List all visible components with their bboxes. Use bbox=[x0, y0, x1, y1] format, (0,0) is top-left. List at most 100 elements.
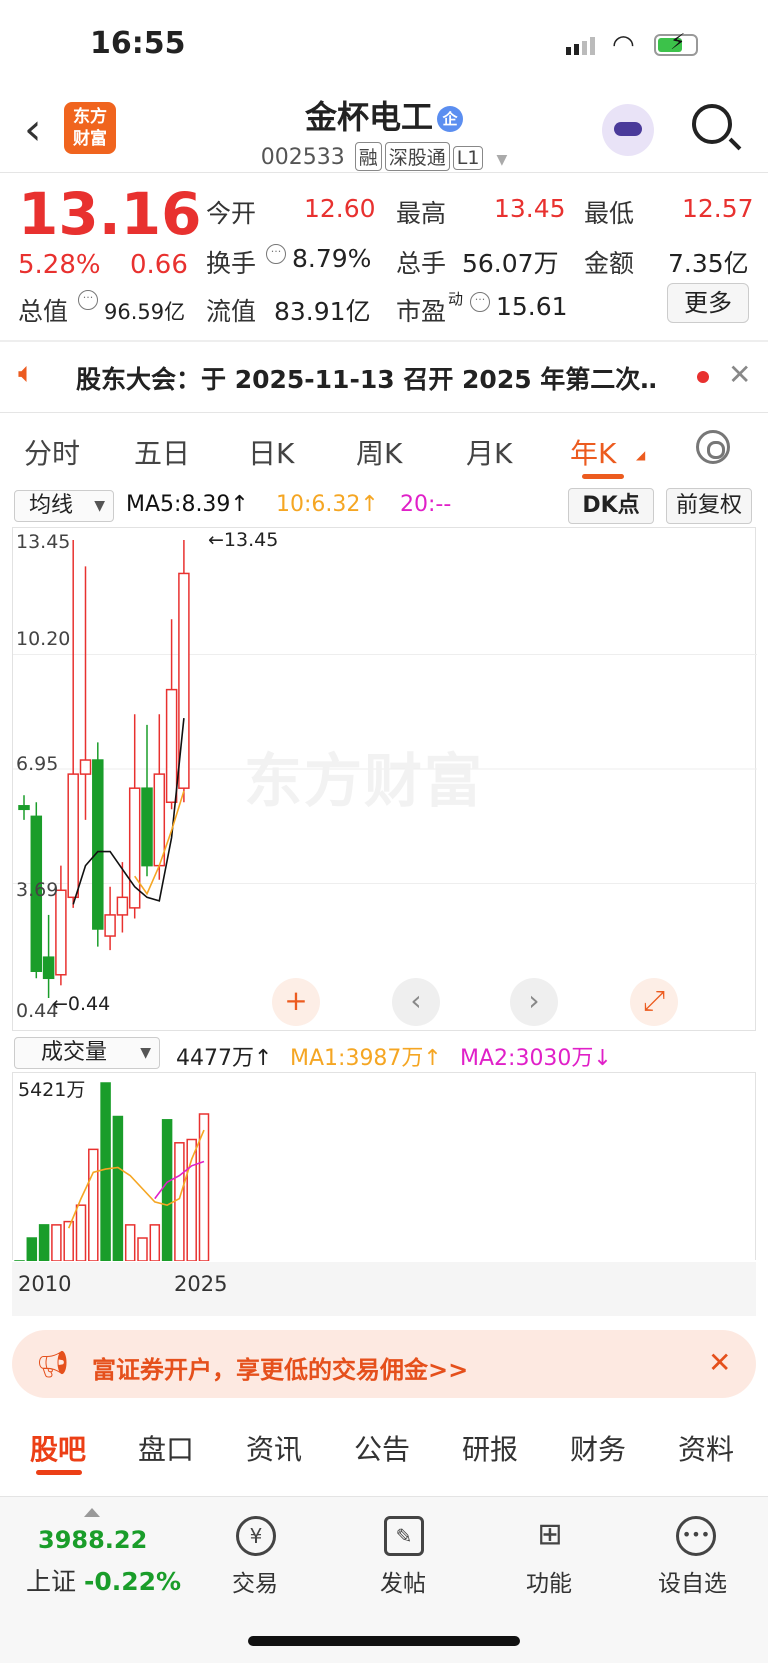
candle-body bbox=[18, 805, 30, 811]
divider bbox=[0, 412, 768, 413]
scroll-right-button[interactable]: › bbox=[510, 978, 558, 1026]
volume-readout: 4477万↑ bbox=[176, 1046, 273, 1071]
candle-body bbox=[67, 773, 79, 899]
float-value: 83.91亿 bbox=[274, 297, 371, 326]
scroll-left-button[interactable]: ‹ bbox=[392, 978, 440, 1026]
volume-value: 56.07万 bbox=[462, 249, 559, 278]
x-axis-strip bbox=[12, 1262, 756, 1316]
low-value: 12.57 bbox=[682, 194, 754, 223]
ai-assistant-icon[interactable] bbox=[602, 104, 654, 156]
candle-body bbox=[55, 889, 67, 976]
dk-point-button[interactable]: DK点 bbox=[568, 488, 654, 524]
home-indicator bbox=[248, 1636, 520, 1646]
candle-body bbox=[92, 759, 104, 930]
volume-label: 总手 bbox=[396, 249, 447, 278]
candle-body bbox=[104, 914, 116, 937]
tab-research[interactable]: 研报 bbox=[462, 1428, 518, 1468]
stock-code-row[interactable]: 002533 融深股通 L1 ▼ bbox=[0, 142, 768, 171]
nav-post[interactable]: 发帖 bbox=[380, 1564, 426, 1598]
more-button[interactable]: 更多 bbox=[667, 283, 749, 323]
change-percent: 5.28% bbox=[18, 250, 101, 280]
y-tick-label: 3.69 bbox=[16, 879, 59, 901]
nav-functions[interactable]: 功能 bbox=[526, 1564, 572, 1598]
close-icon[interactable]: ✕ bbox=[708, 1346, 731, 1379]
tab-orderbook[interactable]: 盘口 bbox=[138, 1428, 194, 1468]
more-dots-icon[interactable]: ··· bbox=[266, 244, 286, 264]
pe-label: 市盈 bbox=[396, 297, 447, 326]
change-amount: 0.66 bbox=[130, 250, 188, 280]
max-price-marker: ←13.45 bbox=[208, 529, 279, 551]
forward-adjust-button[interactable]: 前复权 bbox=[666, 488, 752, 524]
nav-trade[interactable]: 交易 bbox=[232, 1564, 278, 1598]
volume-chart[interactable] bbox=[12, 1072, 756, 1262]
apps-grid-icon[interactable]: ⊞ bbox=[530, 1516, 570, 1556]
connect-tag: 深股通 bbox=[384, 142, 450, 171]
close-icon[interactable]: ✕ bbox=[728, 358, 751, 391]
y-tick-label: 10.20 bbox=[16, 628, 71, 650]
trade-icon[interactable]: ¥ bbox=[236, 1516, 276, 1556]
unread-dot bbox=[697, 371, 709, 383]
volume-indicator-select[interactable]: 成交量 ▼ bbox=[14, 1037, 160, 1069]
compose-icon[interactable]: ✎ bbox=[384, 1516, 424, 1556]
volume-bar bbox=[51, 1224, 62, 1262]
index-ticker[interactable]: 上证 -0.22% bbox=[26, 1562, 181, 1598]
volume-bar bbox=[161, 1119, 173, 1262]
tab-five-day[interactable]: 五日 bbox=[134, 432, 190, 472]
index-value[interactable]: 3988.22 bbox=[38, 1526, 147, 1554]
gear-icon[interactable] bbox=[696, 430, 730, 464]
promo-text[interactable]: 富证券开户，享更低的交易佣金>> bbox=[92, 1350, 468, 1385]
nav-add-watchlist[interactable]: 设自选 bbox=[658, 1564, 727, 1598]
signal-icon bbox=[566, 36, 598, 55]
zoom-in-button[interactable]: + bbox=[272, 978, 320, 1026]
candle-body bbox=[116, 896, 129, 916]
turnover-value: 8.79% bbox=[292, 244, 372, 273]
ma10-readout: 10:6.32↑ bbox=[276, 492, 379, 517]
volume-bar bbox=[137, 1237, 148, 1262]
stock-code: 002533 bbox=[260, 145, 345, 170]
tab-weekly-k[interactable]: 周K bbox=[356, 432, 402, 472]
high-label: 最高 bbox=[396, 199, 447, 228]
chevron-up-icon[interactable] bbox=[84, 1508, 100, 1517]
speaker-icon: 🔈︎ bbox=[18, 356, 35, 389]
ma5-readout: MA5:8.39↑ bbox=[126, 492, 249, 517]
tab-finance[interactable]: 财务 bbox=[570, 1428, 626, 1468]
open-value: 12.60 bbox=[304, 194, 376, 223]
current-price: 13.16 bbox=[18, 180, 202, 248]
tab-news[interactable]: 资讯 bbox=[246, 1428, 302, 1468]
volume-bar bbox=[149, 1224, 161, 1262]
fullscreen-button[interactable]: ⤢ bbox=[630, 978, 678, 1026]
pe-superscript: 动 bbox=[448, 290, 464, 308]
x-tick-label: 2010 bbox=[18, 1272, 72, 1296]
more-dots-icon[interactable]: ••• bbox=[676, 1516, 716, 1556]
tab-monthly-k[interactable]: 月K bbox=[466, 432, 512, 472]
chevron-down-icon[interactable]: ▼ bbox=[496, 152, 507, 168]
high-value: 13.45 bbox=[494, 194, 566, 223]
turnover-label: 换手 bbox=[206, 249, 257, 278]
more-dots-icon[interactable]: ··· bbox=[78, 290, 98, 310]
pe-value: 15.61 bbox=[496, 292, 568, 321]
notice-text[interactable]: 股东大会：于 2025-11-13 召开 2025 年第二次… bbox=[76, 360, 656, 396]
more-dots-icon[interactable]: ··· bbox=[470, 292, 490, 312]
indicator-select[interactable]: 均线 ▼ bbox=[14, 490, 114, 522]
battery-icon: ⚡ bbox=[654, 30, 698, 56]
level-tag: L1 bbox=[452, 146, 484, 170]
divider bbox=[0, 172, 768, 173]
ma20-readout: 20:-- bbox=[400, 492, 452, 517]
wifi-icon: ◠ bbox=[612, 30, 635, 60]
stock-name: 金杯电工 bbox=[304, 98, 433, 136]
tab-announcements[interactable]: 公告 bbox=[354, 1428, 410, 1468]
tab-profile[interactable]: 资料 bbox=[678, 1428, 734, 1468]
search-icon[interactable] bbox=[692, 104, 732, 144]
y-tick-label: 6.95 bbox=[16, 753, 59, 775]
tab-yearly-k[interactable]: 年K bbox=[570, 432, 616, 472]
mktcap-value: 96.59亿 bbox=[104, 300, 186, 324]
min-price-marker: ←0.44 bbox=[52, 993, 111, 1015]
tab-forum[interactable]: 股吧 bbox=[30, 1428, 86, 1468]
volume-bar bbox=[88, 1148, 99, 1262]
candle-body bbox=[153, 773, 166, 867]
tab-intraday[interactable]: 分时 bbox=[24, 432, 80, 472]
megaphone-icon: 📢︎ bbox=[36, 1350, 70, 1380]
volume-svg bbox=[14, 1082, 210, 1262]
tab-daily-k[interactable]: 日K bbox=[248, 432, 294, 472]
candle-body bbox=[165, 688, 178, 804]
